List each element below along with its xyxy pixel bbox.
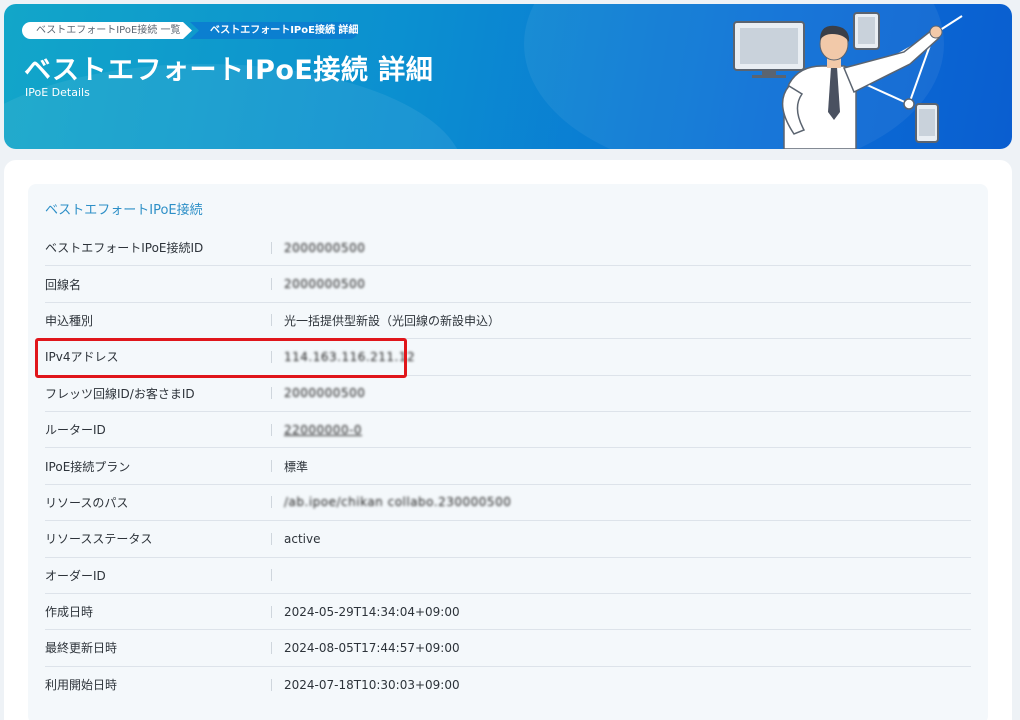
detail-row-resource-path: リソースのパス /ab.ipoe/chikan collabo.23000050… bbox=[45, 485, 971, 522]
page-title: ベストエフォートIPoE接続 詳細 bbox=[24, 55, 434, 86]
detail-row-connection-id: ベストエフォートIPoE接続ID 2000000500 bbox=[45, 230, 971, 267]
divider bbox=[271, 387, 272, 400]
breadcrumb-item-list[interactable]: ベストエフォートIPoE接続 一覧 bbox=[22, 22, 192, 39]
detail-label: ルーターID bbox=[45, 423, 106, 438]
detail-value: 114.163.116.211.12 bbox=[284, 349, 416, 364]
detail-value: 2000000500 bbox=[284, 277, 366, 292]
phone-icon bbox=[915, 103, 939, 143]
breadcrumb-item-current: ベストエフォートIPoE接続 詳細 bbox=[190, 22, 358, 39]
detail-value: 2000000500 bbox=[284, 386, 366, 401]
divider bbox=[271, 460, 272, 473]
detail-value: 2024-05-29T14:34:04+09:00 bbox=[284, 604, 460, 619]
divider bbox=[271, 241, 272, 254]
detail-label: リソースステータス bbox=[45, 532, 153, 547]
divider bbox=[271, 569, 272, 582]
detail-card: ベストエフォートIPoE接続 ベストエフォートIPoE接続ID 20000005… bbox=[4, 160, 1012, 720]
detail-row-application-type: 申込種別 光一括提供型新設（光回線の新設申込） bbox=[45, 303, 971, 340]
page-header-banner: ベストエフォートIPoE接続 一覧 ベストエフォートIPoE接続 詳細 ベストエ… bbox=[4, 4, 1012, 149]
detail-value: 2024-08-05T17:44:57+09:00 bbox=[284, 640, 460, 655]
detail-row-flets-line-id: フレッツ回線ID/お客さまID 2000000500 bbox=[45, 376, 971, 412]
detail-label: 申込種別 bbox=[45, 313, 94, 328]
tablet-icon bbox=[853, 12, 880, 50]
detail-value: 光一括提供型新設（光回線の新設申込） bbox=[284, 313, 501, 328]
detail-label: 利用開始日時 bbox=[45, 678, 118, 693]
detail-row-ipoe-plan: IPoE接続プラン 標準 bbox=[45, 448, 971, 485]
divider bbox=[271, 678, 272, 691]
divider bbox=[271, 350, 272, 363]
detail-label: オーダーID bbox=[45, 568, 106, 583]
detail-label: リソースのパス bbox=[45, 495, 129, 510]
detail-value: 標準 bbox=[284, 459, 309, 474]
divider bbox=[271, 641, 272, 654]
divider bbox=[271, 532, 272, 545]
detail-value: active bbox=[284, 531, 321, 546]
divider bbox=[271, 605, 272, 618]
detail-row-resource-status: リソースステータス active bbox=[45, 521, 971, 558]
monitor-icon bbox=[733, 21, 805, 78]
detail-panel: ベストエフォートIPoE接続 ベストエフォートIPoE接続ID 20000005… bbox=[28, 184, 988, 720]
section-title: ベストエフォートIPoE接続 bbox=[45, 203, 203, 218]
detail-row-updated-at: 最終更新日時 2024-08-05T17:44:57+09:00 bbox=[45, 630, 971, 667]
detail-value: 2024-07-18T10:30:03+09:00 bbox=[284, 677, 460, 692]
detail-row-line-name: 回線名 2000000500 bbox=[45, 266, 971, 303]
detail-label: IPoE接続プラン bbox=[45, 459, 131, 474]
businessman-network-illustration bbox=[733, 12, 963, 149]
detail-row-order-id: オーダーID bbox=[45, 558, 971, 594]
detail-label: 作成日時 bbox=[45, 605, 94, 620]
page-subtitle: IPoE Details bbox=[25, 86, 90, 99]
detail-label: IPv4アドレス bbox=[45, 350, 119, 365]
divider bbox=[271, 496, 272, 509]
detail-label: 最終更新日時 bbox=[45, 641, 118, 656]
router-id-link[interactable]: 22000000-0 bbox=[284, 423, 362, 437]
detail-list: ベストエフォートIPoE接続ID 2000000500 回線名 20000005… bbox=[45, 230, 971, 703]
breadcrumb: ベストエフォートIPoE接続 一覧 ベストエフォートIPoE接続 詳細 bbox=[22, 22, 358, 39]
detail-label: ベストエフォートIPoE接続ID bbox=[45, 241, 204, 256]
detail-value: 2000000500 bbox=[284, 240, 366, 255]
divider bbox=[271, 423, 272, 436]
detail-label: フレッツ回線ID/お客さまID bbox=[45, 386, 195, 401]
detail-row-created-at: 作成日時 2024-05-29T14:34:04+09:00 bbox=[45, 594, 971, 631]
detail-row-router-id: ルーターID 22000000-0 bbox=[45, 412, 971, 449]
detail-row-ipv4-address: IPv4アドレス 114.163.116.211.12 bbox=[45, 339, 971, 376]
detail-label: 回線名 bbox=[45, 277, 82, 292]
detail-row-started-at: 利用開始日時 2024-07-18T10:30:03+09:00 bbox=[45, 667, 971, 703]
divider bbox=[271, 314, 272, 327]
divider bbox=[271, 278, 272, 291]
detail-value: /ab.ipoe/chikan collabo.230000500 bbox=[284, 495, 512, 510]
